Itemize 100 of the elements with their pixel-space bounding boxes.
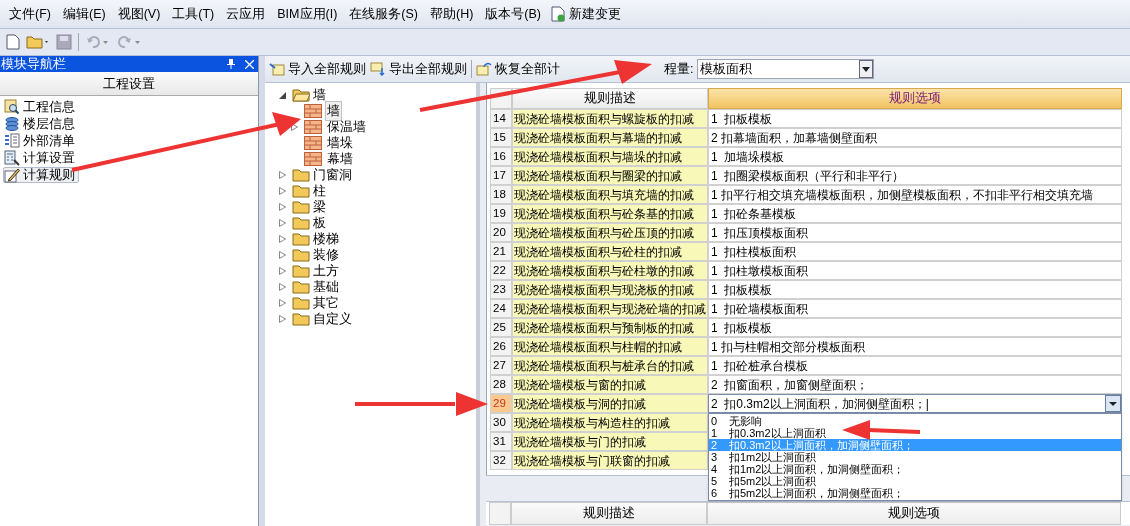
tree-node[interactable]: 柱: [279, 183, 476, 199]
folder-icon: [292, 216, 310, 230]
row-number: 16: [490, 147, 512, 166]
menu-item[interactable]: 视图(V): [112, 4, 166, 24]
row-number: 32: [490, 451, 512, 470]
table-cell: 1 扣柱墩模板面积: [708, 261, 1122, 280]
save-icon[interactable]: [56, 34, 72, 50]
dropdown-option[interactable]: 5 扣5m2以上洞面积: [709, 475, 1121, 487]
folder-icon: [292, 312, 310, 326]
tree-node[interactable]: 墙: [279, 87, 476, 103]
column-header[interactable]: 规则描述: [511, 502, 707, 525]
menu-item[interactable]: 文件(F): [4, 4, 56, 24]
table-cell: 现浇砼墙模板与门的扣减: [512, 432, 708, 451]
table-cell: 现浇砼墙模板面积与砼压顶的扣减: [512, 223, 708, 242]
pencil-note-icon: [4, 167, 20, 183]
tree-node[interactable]: 板: [279, 215, 476, 231]
row-number: 18: [490, 185, 512, 204]
row-number: 30: [490, 413, 512, 432]
table-cell: 现浇砼墙模板面积与圈梁的扣减: [512, 166, 708, 185]
new-change-button[interactable]: 新建变更: [548, 4, 624, 24]
export-button[interactable]: 导出全部规则: [370, 59, 467, 79]
tree-node[interactable]: 基础: [279, 279, 476, 295]
nav-item[interactable]: 楼层信息: [3, 116, 79, 132]
row-number: 28: [490, 375, 512, 394]
table-cell: 现浇砼墙模板面积与砼柱的扣减: [512, 242, 708, 261]
panel-title: 模块导航栏: [1, 57, 66, 71]
row-number: 25: [490, 318, 512, 337]
menu-item[interactable]: 工具(T): [167, 4, 220, 24]
table-cell: 现浇砼墙模板面积与砼柱墩的扣减: [512, 261, 708, 280]
restore-button[interactable]: 恢复全部计: [476, 59, 560, 79]
table-cell: 1 扣板模板: [708, 280, 1122, 299]
pin-icon[interactable]: [227, 59, 235, 69]
folder-icon: [292, 296, 310, 310]
menu-item[interactable]: 版本号(B): [480, 4, 546, 24]
table-cell: 现浇砼墙模板面积与填充墙的扣减: [512, 185, 708, 204]
brick-wall-icon: [304, 104, 322, 118]
list-icon: [4, 133, 20, 149]
column-header[interactable]: 规则选项: [707, 502, 1121, 525]
table-cell: 现浇砼墙模板与洞的扣减: [512, 394, 708, 413]
table-cell: 2 扣窗面积，加窗侧壁面积；: [708, 375, 1122, 394]
menu-item[interactable]: 在线服务(S): [344, 4, 423, 24]
menu-item[interactable]: BIM应用(I): [272, 4, 343, 24]
table-cell: 1 加墙垛模板: [708, 147, 1122, 166]
section-header[interactable]: 工程设置: [0, 72, 258, 96]
folder-icon: [292, 248, 310, 262]
menu-item[interactable]: 编辑(E): [57, 4, 111, 24]
folder-icon: [292, 264, 310, 278]
table-cell: 1 扣与柱帽相交部分模板面积: [708, 337, 1122, 356]
nav-item[interactable]: 工程信息: [3, 99, 79, 115]
row-number: 24: [490, 299, 512, 318]
table-cell: 现浇砼墙模板面积与现浇砼墙的扣减: [512, 299, 708, 318]
export-icon: [370, 62, 386, 76]
dropdown-option[interactable]: 3 扣1m2以上洞面积: [709, 451, 1121, 463]
table-cell: 现浇砼墙模板面积与墙垛的扣减: [512, 147, 708, 166]
table-cell: 现浇砼墙模板面积与桩承台的扣减: [512, 356, 708, 375]
menu-item[interactable]: 帮助(H): [425, 4, 479, 24]
tree-node[interactable]: 墙: [325, 100, 342, 122]
new-file-icon[interactable]: [6, 34, 20, 50]
tree-node[interactable]: 装修: [279, 247, 476, 263]
folder-icon: [292, 168, 310, 182]
row-number: 27: [490, 356, 512, 375]
import-button[interactable]: 导入全部规则: [269, 59, 366, 79]
table-cell: 1 扣平行相交填充墙模板面积，加侧壁模板面积，不扣非平行相交填充墙: [708, 185, 1122, 204]
undo-icon[interactable]: [85, 34, 111, 50]
tree-node[interactable]: 楼梯: [279, 231, 476, 247]
dropdown-option[interactable]: 0 无影响: [709, 415, 1121, 427]
document-plus-icon: [551, 6, 565, 22]
filter-dropdown[interactable]: 模板面积: [697, 59, 875, 79]
folder-icon: [292, 232, 310, 246]
nav-item[interactable]: 计算规则: [3, 167, 79, 183]
magnifier-icon: [4, 99, 20, 115]
table-cell: 现浇砼墙模板与构造柱的扣减: [512, 413, 708, 432]
open-folder-icon[interactable]: [26, 34, 50, 50]
menu-item[interactable]: 云应用: [221, 4, 271, 24]
redo-icon[interactable]: [117, 34, 143, 50]
option-select[interactable]: 2 扣0.3m2以上洞面积，加洞侧壁面积；|: [708, 394, 1122, 413]
row-number: 17: [490, 166, 512, 185]
tree-node[interactable]: 梁: [279, 199, 476, 215]
tree-node[interactable]: 门窗洞: [279, 167, 476, 183]
table-cell: 现浇砼墙模板面积与幕墙的扣减: [512, 128, 708, 147]
nav-item[interactable]: 计算设置: [3, 150, 79, 166]
dropdown-option[interactable]: 4 扣1m2以上洞面积，加洞侧壁面积；: [709, 463, 1121, 475]
tree-node[interactable]: 其它: [279, 295, 476, 311]
folder-icon: [292, 184, 310, 198]
brick-wall-icon: [304, 120, 322, 134]
tree-node[interactable]: 自定义: [279, 311, 476, 327]
column-header[interactable]: 规则选项: [708, 88, 1122, 109]
table-cell: 1 扣板模板: [708, 109, 1122, 128]
dropdown-option[interactable]: 1 扣0.3m2以上洞面积: [709, 427, 1121, 439]
nav-item[interactable]: 外部清单: [3, 133, 79, 149]
table-cell: 1 扣砼桩承台模板: [708, 356, 1122, 375]
close-icon[interactable]: [245, 59, 254, 69]
table-cell: 1 扣砼墙模板面积: [708, 299, 1122, 318]
collapse-icon[interactable]: [279, 91, 286, 99]
table-cell: 1 扣砼条基模板: [708, 204, 1122, 223]
dropdown-option[interactable]: 6 扣5m2以上洞面积，加洞侧壁面积；: [709, 487, 1121, 499]
row-number: 19: [490, 204, 512, 223]
tree-node[interactable]: 土方: [279, 263, 476, 279]
table-cell: 现浇砼墙模板与门联窗的扣减: [512, 451, 708, 470]
column-header[interactable]: 规则描述: [512, 88, 708, 109]
